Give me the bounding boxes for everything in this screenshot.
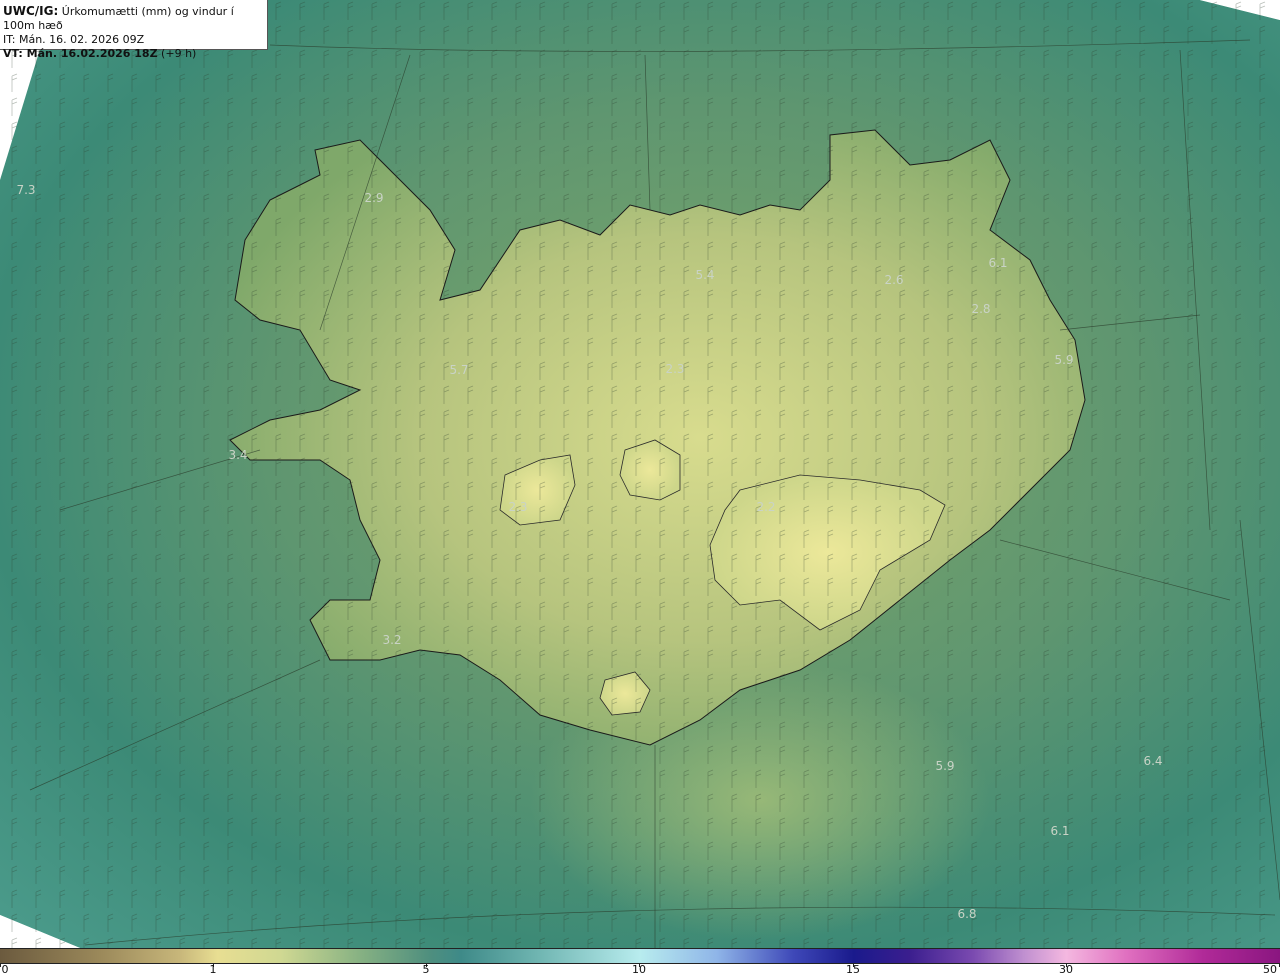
title-line-1: UWC/IG: Úrkomumætti (mm) og vindur í 100… xyxy=(3,4,234,32)
map-value-label: 6.4 xyxy=(1143,754,1163,768)
init-time-line: IT: Mán. 16. 02. 2026 09Z xyxy=(3,33,145,46)
map-panel[interactable]: 7.3 2.9 5.4 2.6 6.1 2.8 5.7 2.3 5.9 3.4 … xyxy=(0,0,1280,948)
colorbar-tick-label: 1 xyxy=(209,963,217,976)
map-value-label: 2.3 xyxy=(665,362,685,376)
wind-barbs xyxy=(0,0,1280,948)
colorbar-tick-label: 50 xyxy=(1263,963,1277,976)
map-value-label: 2.8 xyxy=(971,302,991,316)
map-value-label: 5.7 xyxy=(449,363,469,377)
map-value-label: 3.2 xyxy=(382,633,402,647)
map-value-label: 7.3 xyxy=(16,183,36,197)
precipitation-map xyxy=(0,0,1280,948)
map-value-label: 2.9 xyxy=(364,191,384,205)
colorbar-tick-label: 5 xyxy=(422,963,430,976)
map-value-label: 5.9 xyxy=(935,759,955,773)
map-value-label: 5.9 xyxy=(1054,353,1074,367)
map-value-label: 2.3 xyxy=(508,500,528,514)
colorbar-tick-label: 30 xyxy=(1059,963,1073,976)
map-value-label: 2.2 xyxy=(756,500,776,514)
map-value-label: 5.4 xyxy=(695,268,715,282)
valid-time-line: VT: Mán. 16.02.2026 18Z (+9 h) xyxy=(3,47,197,60)
map-value-label: 2.6 xyxy=(884,273,904,287)
map-value-label: 3.4 xyxy=(228,448,248,462)
colorbar-tick-label: 10 xyxy=(632,963,646,976)
map-value-label: 6.8 xyxy=(957,907,977,921)
precipitation-colorbar xyxy=(0,948,1280,964)
map-title-box: UWC/IG: Úrkomumætti (mm) og vindur í 100… xyxy=(0,0,268,60)
colorbar-tick-label: 0 xyxy=(1,963,9,976)
map-value-label: 6.1 xyxy=(1050,824,1070,838)
map-value-label: 6.1 xyxy=(988,256,1008,270)
colorbar-tick-label: 15 xyxy=(846,963,860,976)
